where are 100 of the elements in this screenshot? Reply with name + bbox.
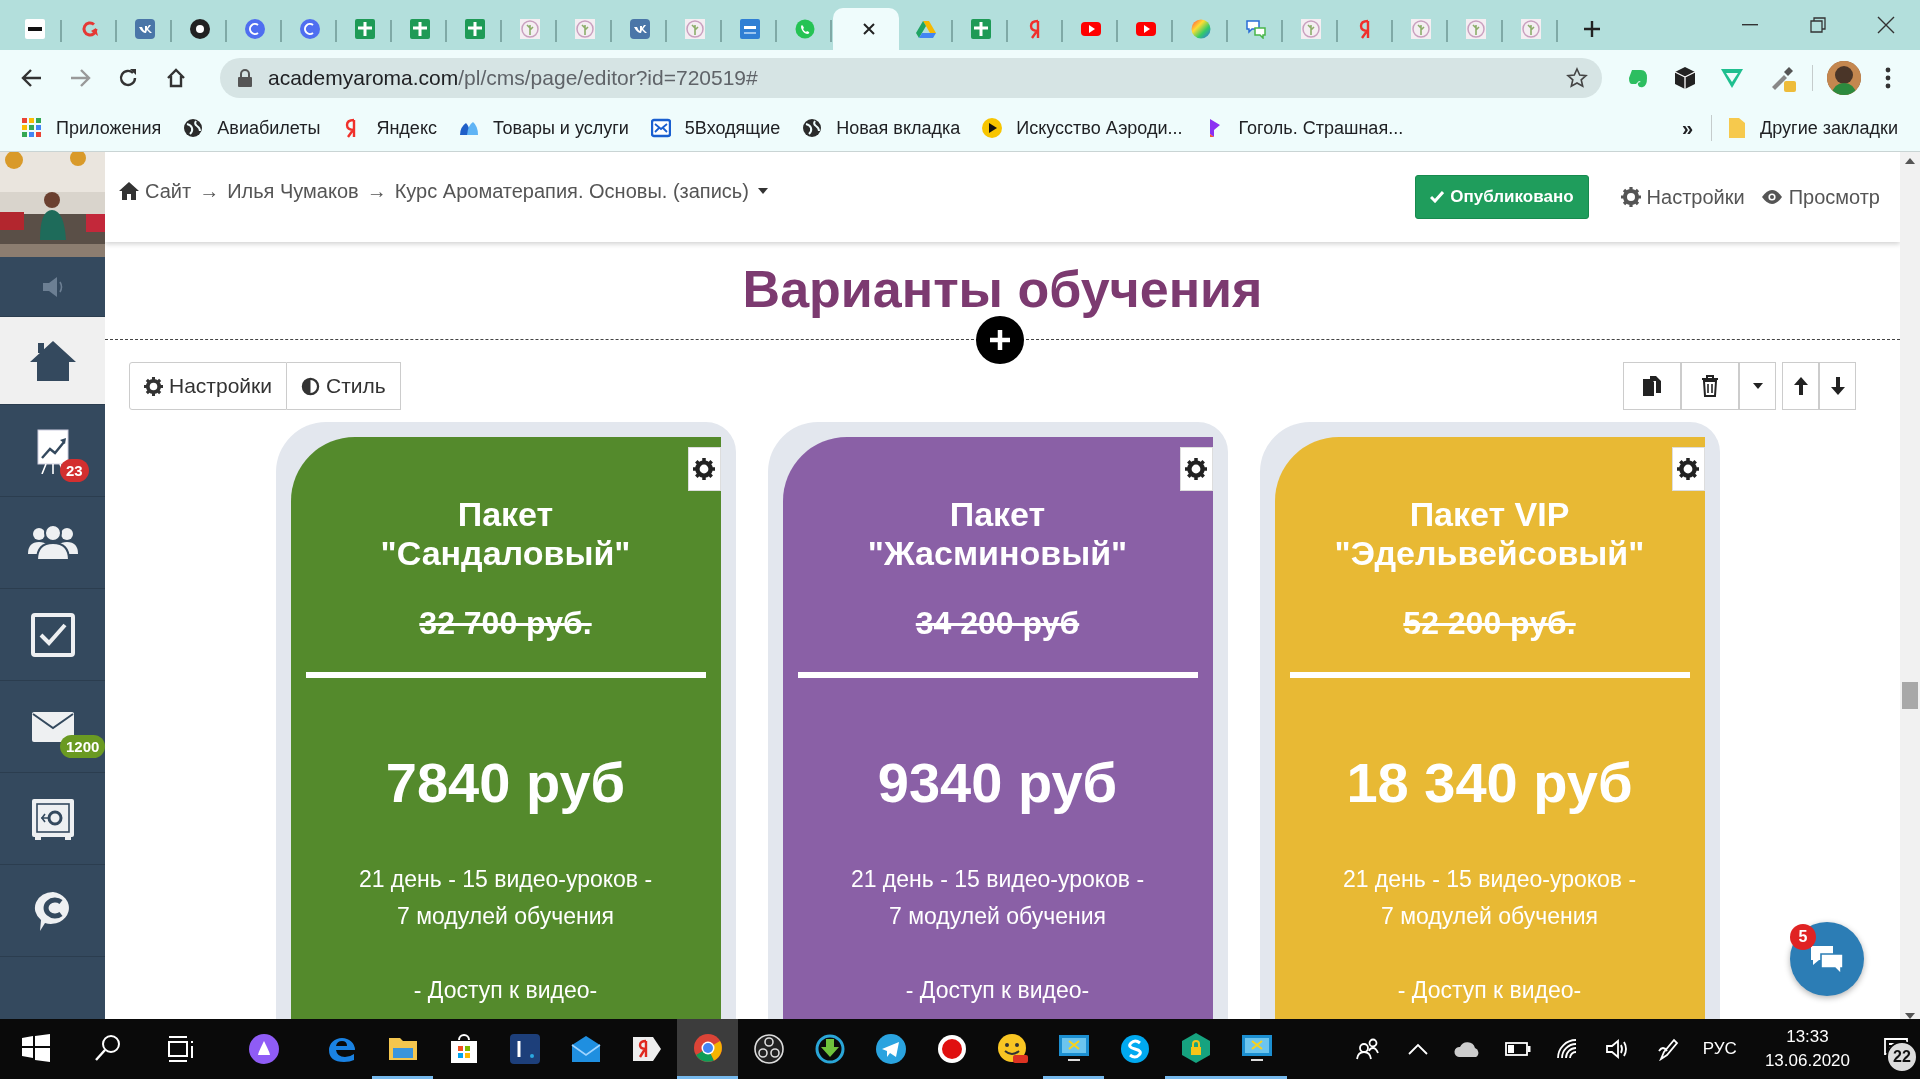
card-text: 7 модулей обучения — [397, 902, 614, 931]
restore-icon[interactable] — [1810, 17, 1826, 33]
card-settings-button[interactable] — [687, 447, 721, 491]
play-icon — [1080, 19, 1101, 39]
apps-icon — [22, 118, 42, 138]
safe-icon — [30, 797, 75, 840]
card-text: 7 модулей обучения — [1381, 902, 1598, 931]
speaker-icon — [40, 274, 65, 299]
play-icon — [1135, 19, 1156, 39]
bookmark-link[interactable]: Яндекс — [376, 117, 437, 139]
move-up-button[interactable] — [1782, 362, 1819, 410]
clock-date: 13.06.2020 — [1764, 1050, 1850, 1072]
old-price: 32 700 руб. — [419, 604, 592, 643]
download-icon — [813, 1033, 846, 1065]
card-text: - Доступ к видео- — [1397, 976, 1582, 1005]
breadcrumb-link[interactable]: Илья Чумаков — [227, 179, 359, 203]
lock-icon — [238, 68, 252, 87]
forward-icon[interactable] — [69, 66, 91, 89]
bookmark-link[interactable]: Искусство Аэроди... — [1016, 117, 1183, 139]
breadcrumb-link[interactable]: Сайт — [145, 179, 192, 203]
globe-icon — [183, 118, 204, 138]
toolbar-button[interactable]: Стиль — [287, 362, 401, 410]
delete-button[interactable] — [1681, 362, 1739, 410]
avatar[interactable] — [1827, 60, 1861, 95]
contrast-icon — [301, 376, 320, 396]
plant-icon — [519, 19, 540, 39]
check-icon — [1430, 191, 1445, 203]
language-indicator[interactable]: РУС — [1702, 1039, 1737, 1059]
address-field[interactable]: academyaroma.com/pl/cms/page/editor?id=720519# — [220, 57, 1602, 98]
section-title: Варианты обучения — [742, 258, 1263, 319]
new-tab-icon[interactable] — [1582, 19, 1602, 39]
bookmark-folder[interactable]: Другие закладки — [1760, 117, 1898, 139]
mail-icon — [569, 1033, 602, 1065]
dot-icon — [189, 19, 210, 39]
breadcrumb-separator: → — [199, 179, 220, 203]
caret-icon — [1752, 383, 1763, 389]
settings-link[interactable]: Настройки — [1646, 185, 1745, 209]
close-icon[interactable] — [862, 22, 876, 36]
copy-button[interactable] — [1623, 362, 1681, 410]
battery-icon[interactable] — [1504, 1042, 1531, 1056]
count-badge: 5 — [1790, 924, 1816, 950]
shield-icon — [1179, 1031, 1212, 1064]
card-settings-button[interactable] — [1671, 447, 1705, 491]
card-text: 21 день - 15 видео-уроков - — [1342, 865, 1637, 894]
minimize-icon[interactable] — [1742, 24, 1758, 26]
checkbox-icon — [30, 612, 75, 657]
triangle-logo-icon — [915, 19, 936, 39]
windows-icon — [20, 1033, 52, 1065]
square-logo-icon — [739, 19, 760, 39]
star-icon[interactable] — [1566, 66, 1588, 89]
assistant-icon — [247, 1033, 280, 1065]
people-icon[interactable] — [1355, 1038, 1380, 1060]
card-text: - Доступ к видео- — [413, 976, 598, 1005]
count-badge: 22 — [1886, 1041, 1918, 1073]
reload-icon[interactable] — [117, 66, 139, 89]
square-logo-icon — [508, 1033, 541, 1065]
sidebar-item[interactable] — [0, 317, 105, 405]
bookmark-link[interactable]: Авиабилеты — [217, 117, 321, 139]
preview-link[interactable]: Просмотр — [1788, 185, 1880, 209]
play-icon — [982, 118, 1003, 138]
envelope-icon — [31, 711, 74, 742]
card-title: "Сандаловый" — [380, 534, 631, 573]
bookmark-link[interactable]: Товары и услуги — [492, 117, 629, 139]
square-logo-icon — [134, 19, 155, 39]
bookmark-link[interactable]: Гоголь. Страшная... — [1238, 117, 1404, 139]
scrollbar-thumb[interactable] — [1902, 682, 1918, 709]
notifications-button[interactable]: 22 — [1872, 1019, 1920, 1079]
home-icon[interactable] — [119, 182, 139, 200]
chevron-up-icon[interactable] — [1407, 1043, 1428, 1055]
chat-button[interactable] — [1790, 922, 1864, 996]
pen-icon[interactable] — [1656, 1037, 1679, 1061]
card-title: Пакет — [948, 495, 1047, 534]
card-settings-button[interactable] — [1179, 447, 1213, 491]
add-block-button[interactable] — [976, 316, 1024, 364]
cube-icon[interactable] — [1674, 65, 1696, 90]
clock[interactable]: 13:33 13.06.2020 — [1764, 1025, 1850, 1073]
obs-icon — [752, 1033, 785, 1065]
card-text: 21 день - 15 видео-уроков - — [850, 865, 1145, 894]
back-icon[interactable] — [21, 66, 43, 89]
move-down-button[interactable] — [1819, 362, 1856, 410]
price: 18 340 руб — [1346, 751, 1633, 815]
more-bookmarks-button[interactable]: » — [1681, 116, 1694, 140]
folder-icon — [1728, 117, 1747, 139]
bookmark-link[interactable]: 5Входящие — [684, 117, 781, 139]
caret-icon[interactable] — [756, 187, 769, 195]
taskbar-button[interactable] — [677, 1019, 738, 1079]
home-icon[interactable] — [165, 66, 187, 89]
sidebar-item[interactable]: 23 — [0, 405, 105, 497]
scroll-up-icon[interactable] — [1905, 158, 1915, 164]
bookmark-link[interactable]: Приложения — [56, 117, 162, 139]
bookmark-link[interactable]: Новая вкладка — [836, 117, 961, 139]
menu-icon[interactable] — [1885, 66, 1891, 89]
toolbar-button[interactable]: Настройки — [129, 362, 287, 410]
breadcrumb-separator: → — [366, 179, 387, 203]
breadcrumb-link[interactable]: Курс Ароматерапия. Основы. (запись) — [394, 179, 749, 203]
plus-square-icon — [354, 19, 375, 39]
card-title: "Эдельвейсовый" — [1334, 534, 1645, 573]
clock-time: 13:33 — [1786, 1026, 1829, 1048]
close-icon[interactable] — [1877, 16, 1895, 34]
gear-icon — [693, 458, 715, 480]
